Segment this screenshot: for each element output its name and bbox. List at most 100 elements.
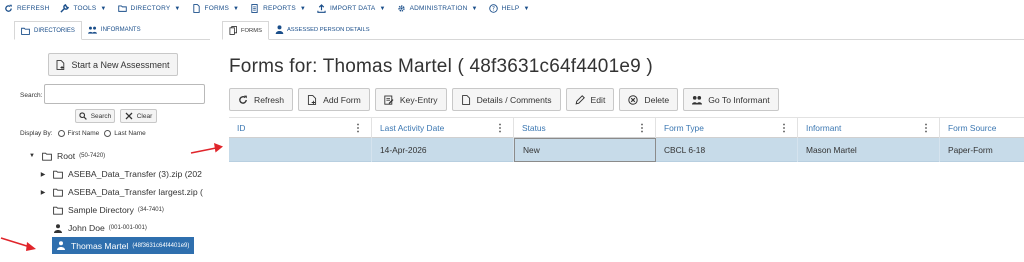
person-icon bbox=[56, 241, 66, 250]
display-by-label: Display By: bbox=[20, 130, 53, 137]
chevron-down-icon[interactable]: ▼ bbox=[28, 153, 36, 159]
delete-button[interactable]: Delete bbox=[619, 88, 679, 111]
refresh-icon bbox=[4, 4, 13, 13]
clear-button-label: Clear bbox=[136, 112, 153, 120]
chevron-right-icon[interactable]: ▶ bbox=[39, 171, 47, 178]
column-header-status[interactable]: Status ⋮ bbox=[514, 118, 656, 138]
column-menu-icon[interactable]: ⋮ bbox=[495, 123, 505, 134]
documents-icon bbox=[229, 26, 238, 35]
column-menu-icon[interactable]: ⋮ bbox=[779, 123, 789, 134]
column-header-label: Status bbox=[522, 123, 546, 133]
chevron-right-icon[interactable]: ▶ bbox=[39, 189, 47, 196]
menu-help-label: HELP bbox=[501, 5, 520, 12]
annotation-arrow-icon bbox=[190, 143, 223, 154]
tab-assessed-person-details[interactable]: ASSESSED PERSON DETAILS bbox=[269, 25, 376, 39]
tree-node-label: ASEBA_Data_Transfer largest.zip ( bbox=[68, 187, 203, 197]
menu-import-data-label: IMPORT DATA bbox=[330, 5, 376, 12]
column-header-form-type[interactable]: Form Type ⋮ bbox=[656, 118, 798, 138]
menu-directory[interactable]: DIRECTORY ▼ bbox=[117, 4, 181, 13]
folder-icon bbox=[53, 188, 63, 197]
cell-form-source[interactable]: Paper-Form bbox=[940, 138, 1024, 162]
chevron-down-icon: ▼ bbox=[174, 5, 181, 12]
refresh-button[interactable]: Refresh bbox=[229, 88, 294, 111]
new-document-icon bbox=[307, 94, 317, 105]
menu-directory-label: DIRECTORY bbox=[130, 5, 171, 12]
tree-node-root[interactable]: ▼ Root (50-7420) bbox=[28, 148, 105, 164]
edit-document-icon bbox=[384, 95, 394, 105]
tree-node-label: Thomas Martel bbox=[71, 240, 129, 251]
column-header-form-source[interactable]: Form Source bbox=[940, 118, 1024, 138]
start-new-assessment-button[interactable]: Start a New Assessment bbox=[48, 53, 178, 76]
cell-status[interactable]: New bbox=[514, 138, 656, 162]
menu-reports-label: REPORTS bbox=[263, 5, 296, 12]
menu-administration-label: ADMINISTRATION bbox=[409, 5, 468, 12]
left-panel-tabs: DIRECTORIES INFORMANTS bbox=[14, 21, 210, 40]
column-header-last-activity-date[interactable]: Last Activity Date ⋮ bbox=[372, 118, 514, 138]
menu-help[interactable]: ? HELP ▼ bbox=[488, 4, 530, 13]
users-icon bbox=[692, 95, 703, 105]
menu-refresh[interactable]: REFRESH bbox=[4, 4, 49, 13]
folder-open-icon bbox=[42, 152, 52, 161]
menu-tools-label: TOOLS bbox=[73, 5, 97, 12]
document-icon bbox=[192, 4, 201, 13]
column-header-informant[interactable]: Informant ⋮ bbox=[798, 118, 940, 138]
column-menu-icon[interactable]: ⋮ bbox=[353, 123, 363, 134]
menu-forms[interactable]: FORMS ▼ bbox=[192, 4, 240, 13]
menu-reports[interactable]: REPORTS ▼ bbox=[250, 4, 306, 13]
last-name-radio[interactable] bbox=[104, 130, 112, 137]
cell-informant[interactable]: Mason Martel bbox=[798, 138, 940, 162]
cell-form-type[interactable]: CBCL 6-18 bbox=[656, 138, 798, 162]
search-button-label: Search bbox=[90, 112, 112, 120]
details-comments-button[interactable]: Details / Comments bbox=[451, 88, 561, 111]
page-title: Forms for: Thomas Martel ( 48f3631c64f44… bbox=[229, 56, 653, 77]
tree-node-id: (48f3631c64f4401e9) bbox=[132, 242, 190, 249]
tree-node-folder[interactable]: Sample Directory (34-7401) bbox=[47, 202, 164, 218]
tab-forms[interactable]: FORMS bbox=[222, 21, 269, 40]
report-icon bbox=[250, 4, 259, 13]
tree-node-id: (001-001-001) bbox=[108, 225, 147, 231]
column-header-label: Form Source bbox=[948, 123, 997, 133]
menu-refresh-label: REFRESH bbox=[17, 5, 50, 12]
last-name-radio-label: Last Name bbox=[114, 130, 146, 137]
tab-forms-label: FORMS bbox=[241, 27, 262, 34]
column-header-label: Form Type bbox=[664, 123, 704, 133]
chevron-down-icon: ▼ bbox=[299, 5, 307, 12]
table-row[interactable]: 14-Apr-2026 New CBCL 6-18 Mason Martel P… bbox=[229, 138, 1024, 162]
tree-node-label: ASEBA_Data_Transfer (3).zip (202 bbox=[68, 169, 202, 179]
tree-node-person[interactable]: John Doe (001-001-001) bbox=[47, 220, 147, 236]
chevron-down-icon: ▼ bbox=[233, 5, 240, 12]
menu-import-data[interactable]: IMPORT DATA ▼ bbox=[317, 4, 386, 13]
tab-informants[interactable]: INFORMANTS bbox=[82, 26, 147, 39]
tree-node-folder[interactable]: ▶ ASEBA_Data_Transfer largest.zip ( bbox=[39, 184, 211, 200]
add-form-button-label: Add Form bbox=[323, 94, 361, 105]
column-menu-icon[interactable]: ⋮ bbox=[637, 123, 647, 134]
chevron-down-icon: ▼ bbox=[471, 5, 478, 12]
first-name-radio[interactable] bbox=[57, 130, 65, 137]
pencil-icon bbox=[575, 94, 585, 105]
person-icon bbox=[275, 25, 284, 34]
key-entry-button[interactable]: Key-Entry bbox=[374, 88, 447, 111]
menu-tools[interactable]: TOOLS ▼ bbox=[60, 4, 106, 13]
column-menu-icon[interactable]: ⋮ bbox=[921, 123, 931, 134]
delete-circle-icon bbox=[628, 94, 639, 105]
tab-directories-label: DIRECTORIES bbox=[34, 27, 75, 34]
cell-last-activity-date[interactable]: 14-Apr-2026 bbox=[372, 138, 514, 162]
edit-button-label: Edit bbox=[590, 94, 606, 105]
search-label: Search: bbox=[20, 92, 43, 99]
column-header-id[interactable]: ID ⋮ bbox=[229, 118, 372, 138]
tree-node-person-selected[interactable]: Thomas Martel (48f3631c64f4401e9) bbox=[52, 237, 195, 254]
search-input[interactable] bbox=[44, 84, 205, 104]
menu-administration[interactable]: ADMINISTRATION ▼ bbox=[397, 4, 478, 13]
clear-button[interactable]: Clear bbox=[120, 109, 157, 123]
tree-node-folder[interactable]: ▶ ASEBA_Data_Transfer (3).zip (202 bbox=[39, 166, 211, 182]
annotation-arrow-icon bbox=[0, 237, 36, 251]
cell-id[interactable] bbox=[229, 138, 372, 162]
add-form-button[interactable]: Add Form bbox=[298, 88, 370, 111]
tab-assessed-person-details-label: ASSESSED PERSON DETAILS bbox=[286, 26, 370, 33]
go-to-informant-button-label: Go To Informant bbox=[708, 94, 770, 105]
search-button[interactable]: Search bbox=[75, 109, 115, 123]
tab-directories[interactable]: DIRECTORIES bbox=[14, 21, 82, 40]
go-to-informant-button[interactable]: Go To Informant bbox=[683, 88, 779, 111]
folder-icon bbox=[117, 4, 127, 13]
edit-button[interactable]: Edit bbox=[565, 88, 615, 111]
